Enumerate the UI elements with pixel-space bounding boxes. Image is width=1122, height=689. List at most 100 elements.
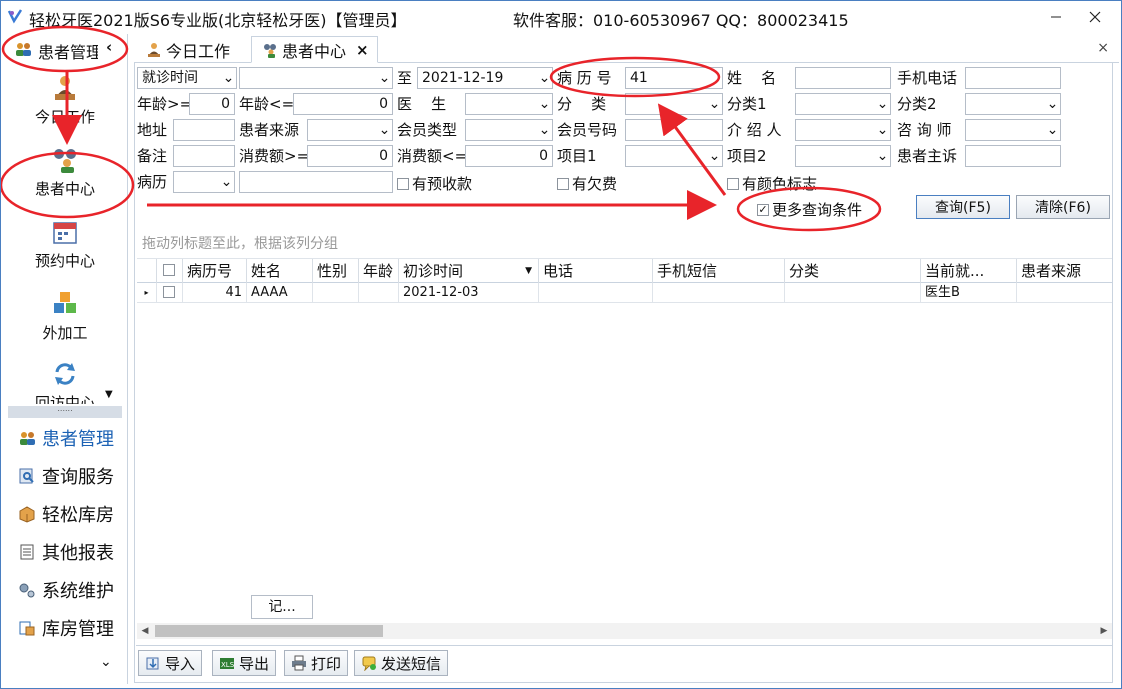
age-min-field[interactable]: 0 — [189, 93, 235, 115]
bottom-toolbar: 导入 XLS 导出 打印 发送短信 — [136, 645, 1113, 681]
send-sms-button[interactable]: 发送短信 — [354, 650, 449, 676]
complaint-field[interactable] — [965, 145, 1061, 167]
referrer-select[interactable]: ⌄ — [795, 119, 891, 141]
spend-min-field[interactable]: 0 — [307, 145, 393, 167]
group-by-panel[interactable]: 拖动列标题至此，根据该列分组 — [137, 223, 1112, 259]
visit-date-to-field[interactable]: 2021-12-19 ⌄ — [417, 67, 553, 89]
member-no-field[interactable] — [625, 119, 723, 141]
row-select-checkbox[interactable] — [157, 283, 183, 303]
nav-group-warehouse-management[interactable]: 库房管理 — [18, 613, 114, 643]
clear-button[interactable]: 清除(F6) — [1016, 195, 1110, 219]
age-max-field[interactable]: 0 — [293, 93, 393, 115]
remark-field[interactable] — [173, 145, 235, 167]
grid-footer-count: 记... — [251, 595, 313, 619]
member-type-select[interactable]: ⌄ — [465, 119, 553, 141]
name-field[interactable] — [795, 67, 891, 89]
visit-date-to-value: 2021-12-19 — [422, 70, 504, 86]
category-select[interactable]: ⌄ — [625, 93, 723, 115]
prepay-checkbox[interactable]: 有预收款 — [397, 173, 472, 194]
column-header-phone[interactable]: 电话 — [539, 259, 653, 283]
calendar-icon — [53, 222, 77, 244]
column-header-category[interactable]: 分类 — [785, 259, 921, 283]
nav-group-easy-warehouse[interactable]: 轻松库房 — [18, 499, 114, 529]
app-logo-icon — [7, 9, 23, 24]
more-conditions-checkbox[interactable]: ✓ 更多查询条件 — [757, 199, 862, 220]
select-all-checkbox[interactable] — [157, 259, 183, 283]
record-no-label: 病 历 号 — [557, 69, 612, 87]
mobile-field[interactable] — [965, 67, 1061, 89]
close-all-tabs-icon[interactable]: × — [1097, 40, 1109, 56]
consultant-label: 咨 询 师 — [897, 121, 952, 139]
chevron-down-icon[interactable]: ⌄ — [100, 654, 112, 670]
patient-center-panel: 就诊时间 ⌄ ⌄ 至 2021-12-19 ⌄ 病 历 号 41 姓 名 手机电话 … — [134, 63, 1113, 683]
module-label: 外加工 — [42, 324, 88, 342]
nav-group-query-service[interactable]: 查询服务 — [18, 461, 114, 491]
module-outsourcing[interactable]: 外加工 — [10, 290, 120, 343]
tab-today-work[interactable]: 今日工作 — [136, 36, 238, 63]
nav-group-label: 轻松库房 — [42, 505, 114, 526]
module-patient-center[interactable]: 患者中心 — [10, 146, 120, 199]
tab-patient-center[interactable]: 患者中心 × — [251, 36, 378, 63]
print-button[interactable]: 打印 — [284, 650, 349, 676]
doctor-select[interactable]: ⌄ — [465, 93, 553, 115]
category2-select[interactable]: ⌄ — [965, 93, 1061, 115]
scroll-right-icon[interactable]: ▶ — [1096, 623, 1112, 639]
column-header-sms[interactable]: 手机短信 — [653, 259, 785, 283]
sidebar-header-title: 患者管理 — [38, 43, 98, 62]
visit-date-from-field[interactable]: ⌄ — [239, 67, 393, 89]
nav-group-patient-management[interactable]: 患者管理 — [18, 423, 114, 453]
history-text-field[interactable] — [239, 171, 393, 193]
import-button[interactable]: 导入 — [138, 650, 203, 676]
minimize-button[interactable] — [1035, 1, 1077, 33]
sidebar-header[interactable]: 患者管理 ‹ — [2, 34, 128, 64]
tab-bar: 今日工作 患者中心 × × — [134, 35, 1119, 63]
address-field[interactable] — [173, 119, 235, 141]
consultant-select[interactable]: ⌄ — [965, 119, 1061, 141]
column-header-first-visit[interactable]: 初诊时间 ▼ — [399, 259, 539, 283]
column-header-source[interactable]: 患者来源 — [1017, 259, 1112, 283]
spend-max-field[interactable]: 0 — [465, 145, 553, 167]
cell-age — [359, 283, 399, 303]
column-header-gender[interactable]: 性别 — [313, 259, 359, 283]
module-followup-center[interactable]: 回访中心 — [10, 360, 120, 404]
export-button[interactable]: XLS 导出 — [212, 650, 277, 676]
history-select[interactable]: ⌄ — [173, 171, 235, 193]
box-icon — [19, 506, 35, 523]
category1-select[interactable]: ⌄ — [795, 93, 891, 115]
referrer-label: 介 绍 人 — [727, 121, 782, 139]
query-button[interactable]: 查询(F5) — [916, 195, 1010, 219]
visit-time-select[interactable]: 就诊时间 ⌄ — [137, 67, 237, 89]
nav-group-other-reports[interactable]: 其他报表 — [18, 537, 114, 567]
date-to-label: 至 — [397, 69, 413, 87]
item1-select[interactable]: ⌄ — [625, 145, 723, 167]
record-no-field[interactable]: 41 — [625, 67, 723, 89]
debt-checkbox[interactable]: 有欠费 — [557, 173, 617, 194]
sidebar-splitter[interactable]: ...... — [8, 405, 122, 418]
scroll-left-icon[interactable]: ◀ — [137, 623, 153, 639]
item2-select[interactable]: ⌄ — [795, 145, 891, 167]
table-row[interactable]: ▸ 41 AAAA 2021-12-03 医生B — [137, 283, 1112, 303]
scroll-down-icon[interactable]: ▼ — [105, 389, 113, 400]
horizontal-scrollbar[interactable]: ◀ ▶ — [137, 623, 1112, 639]
module-today-work[interactable]: 今日工作 — [10, 74, 120, 127]
tab-close-icon[interactable]: × — [356, 41, 369, 59]
column-header-current[interactable]: 当前就... — [921, 259, 1017, 283]
chevron-left-icon[interactable]: ‹ — [106, 38, 112, 56]
module-appointment-center[interactable]: 预约中心 — [10, 218, 120, 271]
column-header-age[interactable]: 年龄 — [359, 259, 399, 283]
close-window-button[interactable] — [1077, 1, 1113, 33]
patient-source-select[interactable]: ⌄ — [307, 119, 393, 141]
nav-group-label: 患者管理 — [42, 429, 114, 450]
person-desk-icon — [55, 76, 75, 100]
minimize-icon — [1051, 16, 1061, 18]
chevron-down-icon: ⌄ — [1044, 120, 1060, 140]
scrollbar-thumb[interactable] — [155, 625, 383, 637]
prepay-label: 有预收款 — [412, 175, 473, 193]
color-mark-checkbox[interactable]: 有颜色标志 — [727, 173, 817, 194]
column-header-record-no[interactable]: 病历号 — [183, 259, 247, 283]
nav-group-system-maintenance[interactable]: 系统维护 — [18, 575, 114, 605]
column-header-name[interactable]: 姓名 — [247, 259, 313, 283]
nav-group-label: 系统维护 — [42, 581, 114, 602]
name-label: 姓 名 — [727, 69, 777, 87]
cell-name: AAAA — [247, 283, 313, 303]
